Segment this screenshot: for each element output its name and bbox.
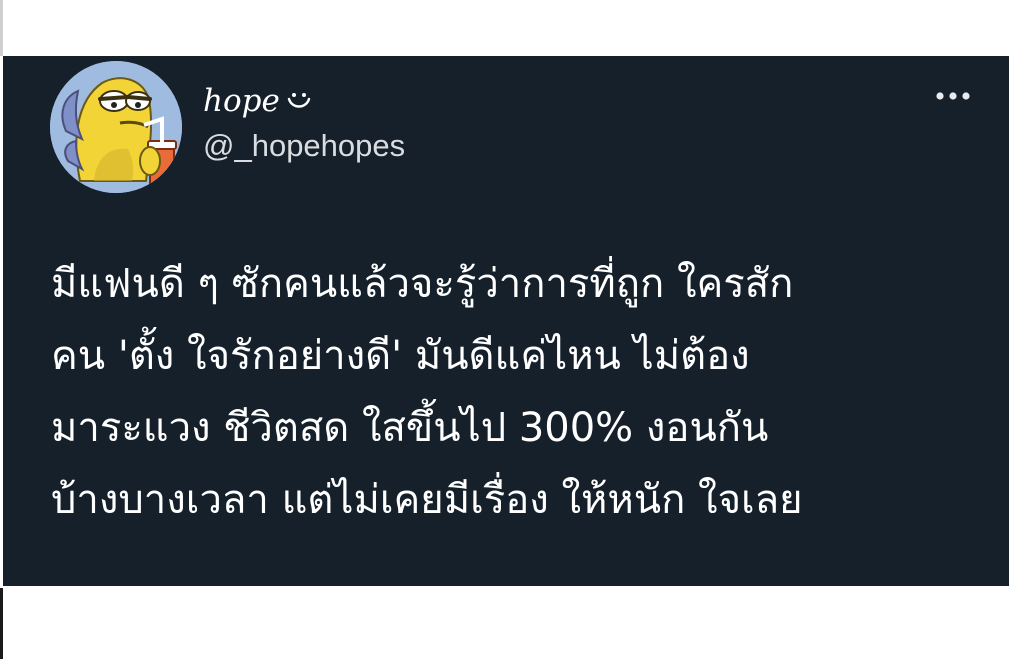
fish-avatar-icon[interactable]	[50, 61, 182, 193]
tweet-text-line: คน 'ตั้ง ใจรักอย่างดี' มันดีแค่ไหน ไม่ต้…	[51, 333, 750, 379]
tweet-text-line: บ้างบางเวลา แต่ไม่เคยมีเรื่อง ให้หนัก ใจ…	[51, 477, 803, 523]
left-edge-strip-dark	[0, 588, 3, 659]
tweet-card[interactable]: hope @_hopehopes มีแฟนดี ๆ ซักคนแล้วจะรู…	[3, 56, 1009, 586]
more-options-icon[interactable]	[931, 84, 975, 108]
tweet-text-line: มาระแวง ชีวิตสด ใสขึ้นไป 300% งอนกัน	[51, 405, 769, 451]
smiley-emoji-icon	[286, 83, 312, 119]
tweet-text-line: มีแฟนดี ๆ ซักคนแล้วจะรู้ว่าการที่ถูก ใคร…	[51, 261, 794, 307]
screenshot-page: hope @_hopehopes มีแฟนดี ๆ ซักคนแล้วจะรู…	[0, 0, 1009, 659]
display-name[interactable]: hope	[203, 83, 405, 119]
display-name-text: hope	[203, 83, 280, 119]
tweet-text: มีแฟนดี ๆ ซักคนแล้วจะรู้ว่าการที่ถูก ใคร…	[51, 248, 981, 536]
left-edge-strip	[0, 0, 3, 56]
user-handle[interactable]: @_hopehopes	[203, 127, 405, 165]
tweet-author[interactable]: hope @_hopehopes	[203, 83, 405, 165]
